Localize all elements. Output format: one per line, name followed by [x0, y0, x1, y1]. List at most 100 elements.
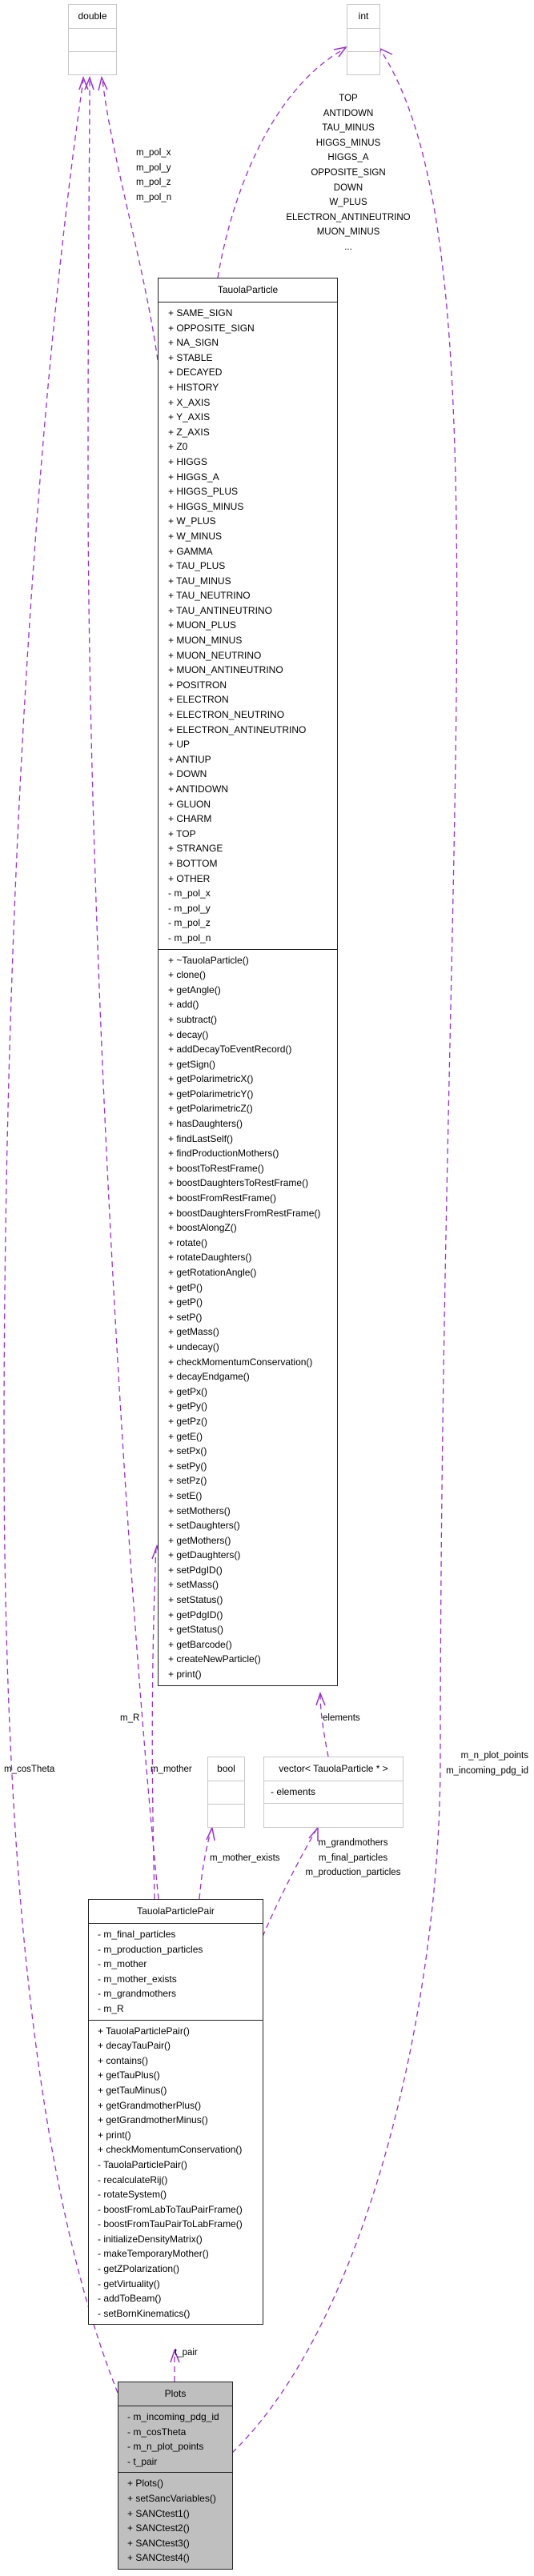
method-item: + SANCtest3()	[127, 2537, 190, 2549]
method-item: - boostFromTauPairToLabFrame()	[98, 2218, 243, 2230]
attribute-item: + STRANGE	[168, 843, 223, 855]
class-tauola-particle-attributes: + SAME_SIGN + OPPOSITE_SIGN + NA_SIGN + STA…	[159, 302, 337, 949]
method-item: + print()	[98, 2129, 131, 2141]
class-vector-methods	[264, 1803, 403, 1826]
edge-pair-to-double	[87, 79, 159, 1900]
attribute-item: + HISTORY	[168, 381, 219, 393]
method-item: - setBornKinematics()	[98, 2307, 191, 2319]
edge-particle-to-double	[102, 79, 159, 361]
attribute-item: + HIGGS	[168, 455, 208, 467]
attribute-item: - m_pol_y	[168, 902, 211, 914]
class-vector-attributes: - elements	[264, 1781, 403, 1803]
method-item: + getPz()	[168, 1415, 208, 1427]
attribute-item: - m_grandmothers	[98, 1988, 177, 2000]
edge-label: ...	[344, 242, 352, 252]
class-bool[interactable]: bool	[207, 1757, 245, 1828]
attribute-item: + BOTTOM	[168, 857, 218, 869]
attribute-item: + GLUON	[168, 798, 211, 810]
attribute-item: + MUON_MINUS	[168, 635, 243, 647]
class-plots-attributes: - m_incoming_pdg_id - m_cosTheta - m_n_plo…	[118, 2406, 232, 2472]
method-item: + findLastSelf()	[168, 1132, 234, 1144]
class-tauola-particle-pair[interactable]: TauolaParticlePair - m_final_particles - …	[88, 1899, 263, 2326]
method-item: + getRotationAngle()	[168, 1267, 257, 1278]
attribute-item: - m_cosTheta	[127, 2426, 187, 2438]
class-int-title: int	[358, 10, 369, 22]
attribute-item: + OPPOSITE_SIGN	[168, 322, 255, 334]
attribute-item: + ANTIUP	[168, 753, 211, 765]
method-item: + ~TauolaParticle()	[168, 954, 249, 966]
class-tauola-particle-pair-attributes: - m_final_particles - m_production_partic…	[89, 1923, 263, 2020]
method-item: + contains()	[98, 2054, 149, 2066]
attribute-item: + MUON_NEUTRINO	[168, 649, 262, 661]
attribute-item: + W_MINUS	[168, 530, 223, 542]
edge-label-plots-to-pair: t_pair	[175, 2346, 198, 2361]
edge-label: m_grandmothers	[318, 1838, 388, 1848]
method-item: + getAngle()	[168, 984, 221, 996]
class-vector-tauola-particle[interactable]: vector< TauolaParticle * > - elements	[263, 1757, 404, 1828]
method-item: + getPolarimetricX()	[168, 1073, 254, 1085]
class-tauola-particle[interactable]: TauolaParticle + SAME_SIGN + OPPOSITE_SIG…	[158, 278, 338, 1686]
attribute-item: + Z_AXIS	[168, 426, 210, 438]
class-plots-title: Plots	[164, 2388, 187, 2399]
class-tauola-particle-pair-methods: + TauolaParticlePair() + decayTauPair() + …	[89, 2019, 263, 2325]
method-item: + getE()	[168, 1430, 203, 1442]
method-item: + boostAlongZ()	[168, 1222, 237, 1234]
class-bool-attributes	[208, 1781, 244, 1804]
method-item: + getBarcode()	[168, 1638, 232, 1650]
method-item: + TauolaParticlePair()	[98, 2025, 190, 2037]
method-item: + setPz()	[168, 1475, 207, 1487]
edge-label: m_mother	[151, 1765, 192, 1774]
attribute-item: - m_R	[98, 2002, 124, 2014]
method-item: + getP()	[168, 1281, 203, 1293]
method-item: + getGrandmotherMinus()	[98, 2114, 208, 2126]
attribute-item: + GAMMA	[168, 545, 213, 557]
method-item: + getGrandmotherPlus()	[98, 2099, 202, 2111]
class-double-methods	[69, 51, 116, 74]
method-item: + boostFromRestFrame()	[168, 1192, 277, 1204]
attribute-item: + ELECTRON_ANTINEUTRINO	[168, 723, 307, 735]
edge-label-plots-to-double: m_cosTheta	[4, 1762, 54, 1777]
method-item: + setSancVariables()	[127, 2492, 216, 2504]
class-plots[interactable]: Plots - m_incoming_pdg_id - m_cosTheta - m…	[118, 2382, 233, 2570]
attribute-item: + MUON_ANTINEUTRINO	[168, 664, 283, 676]
edge-label-pair-to-double: m_R	[120, 1711, 139, 1726]
attribute-item: - m_pol_z	[168, 917, 211, 929]
method-item: + decayTauPair()	[98, 2040, 171, 2052]
edge-label: HIGGS_MINUS	[315, 138, 381, 148]
class-int[interactable]: int	[347, 4, 380, 75]
method-item: + getSign()	[168, 1058, 216, 1070]
edge-label: m_cosTheta	[4, 1765, 55, 1774]
method-item: + print()	[168, 1669, 202, 1681]
method-item: + boostToRestFrame()	[168, 1162, 264, 1174]
attribute-item: + CHARM	[168, 813, 212, 825]
method-item: - getVirtuality()	[98, 2278, 160, 2290]
class-double-title: double	[78, 10, 107, 22]
method-item: - initializeDensityMatrix()	[98, 2233, 203, 2245]
method-item: + undecay()	[168, 1340, 219, 1352]
method-item: - recalculateRij()	[98, 2173, 168, 2185]
method-item: + findProductionMothers()	[168, 1148, 279, 1160]
method-item: + getPdgID()	[168, 1608, 223, 1621]
class-bool-methods	[208, 1804, 244, 1827]
method-item: + setPx()	[168, 1445, 207, 1457]
method-item: - rotateSystem()	[98, 2189, 167, 2201]
method-item: + addDecayToEventRecord()	[168, 1044, 292, 1056]
attribute-item: - m_final_particles	[98, 1929, 176, 1940]
edge-label: ANTIDOWN	[323, 108, 374, 118]
edge-label: TOP	[339, 94, 358, 103]
class-double[interactable]: double	[68, 4, 117, 75]
edge-label: DOWN	[333, 182, 363, 193]
edge-pair-to-particle	[151, 1546, 157, 1900]
attribute-item: + STABLE	[168, 351, 213, 363]
method-item: + SANCtest4()	[127, 2552, 190, 2564]
attribute-item: - m_pol_x	[168, 887, 211, 899]
class-tauola-particle-title: TauolaParticle	[217, 284, 279, 295]
attribute-item: - m_n_plot_points	[127, 2441, 204, 2453]
method-item: + setP()	[168, 1311, 203, 1323]
edge-label: ELECTRON_ANTINEUTRINO	[286, 212, 411, 222]
edge-label: TAU_MINUS	[322, 123, 375, 134]
method-item: + getTauPlus()	[98, 2069, 160, 2081]
attribute-item: + UP	[168, 739, 191, 751]
edge-label: m_production_particles	[305, 1868, 401, 1878]
edge-label-pair-to-particle: m_mother	[151, 1762, 192, 1777]
